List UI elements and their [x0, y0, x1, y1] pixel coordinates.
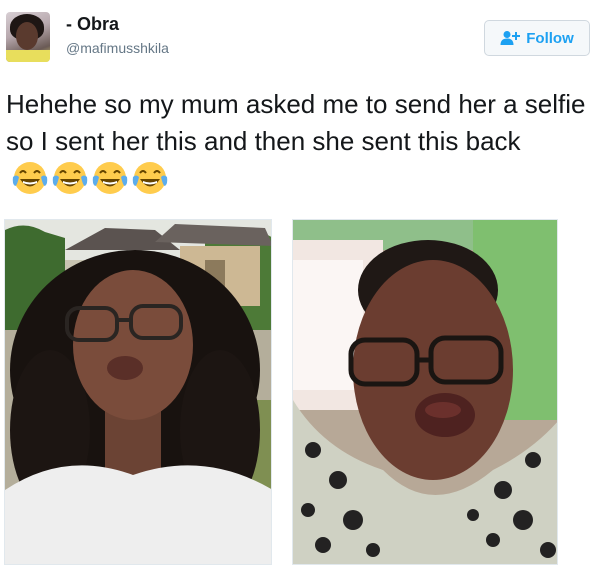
- add-user-icon: [500, 30, 521, 46]
- photo-daughter-selfie-image: [5, 220, 271, 564]
- display-name[interactable]: - Obra: [66, 14, 119, 35]
- tears-of-joy-emoji-icon: [12, 160, 48, 196]
- emoji-group: [12, 160, 168, 196]
- photo-mum-selfie[interactable]: [292, 219, 558, 565]
- avatar[interactable]: [6, 12, 50, 62]
- tears-of-joy-emoji-icon: [52, 160, 88, 196]
- tweet-text: Hehehe so my mum asked me to send her a …: [6, 86, 596, 200]
- follow-label: Follow: [526, 29, 574, 47]
- tears-of-joy-emoji-icon: [92, 160, 128, 196]
- follow-button[interactable]: Follow: [484, 20, 590, 56]
- user-handle[interactable]: @mafimusshkila: [66, 40, 169, 56]
- photo-daughter-selfie[interactable]: [4, 219, 272, 565]
- photo-mum-selfie-image: [293, 220, 557, 564]
- avatar-face: [16, 22, 38, 50]
- tears-of-joy-emoji-icon: [132, 160, 168, 196]
- tweet-body: Hehehe so my mum asked me to send her a …: [6, 89, 586, 156]
- avatar-shirt: [6, 50, 50, 62]
